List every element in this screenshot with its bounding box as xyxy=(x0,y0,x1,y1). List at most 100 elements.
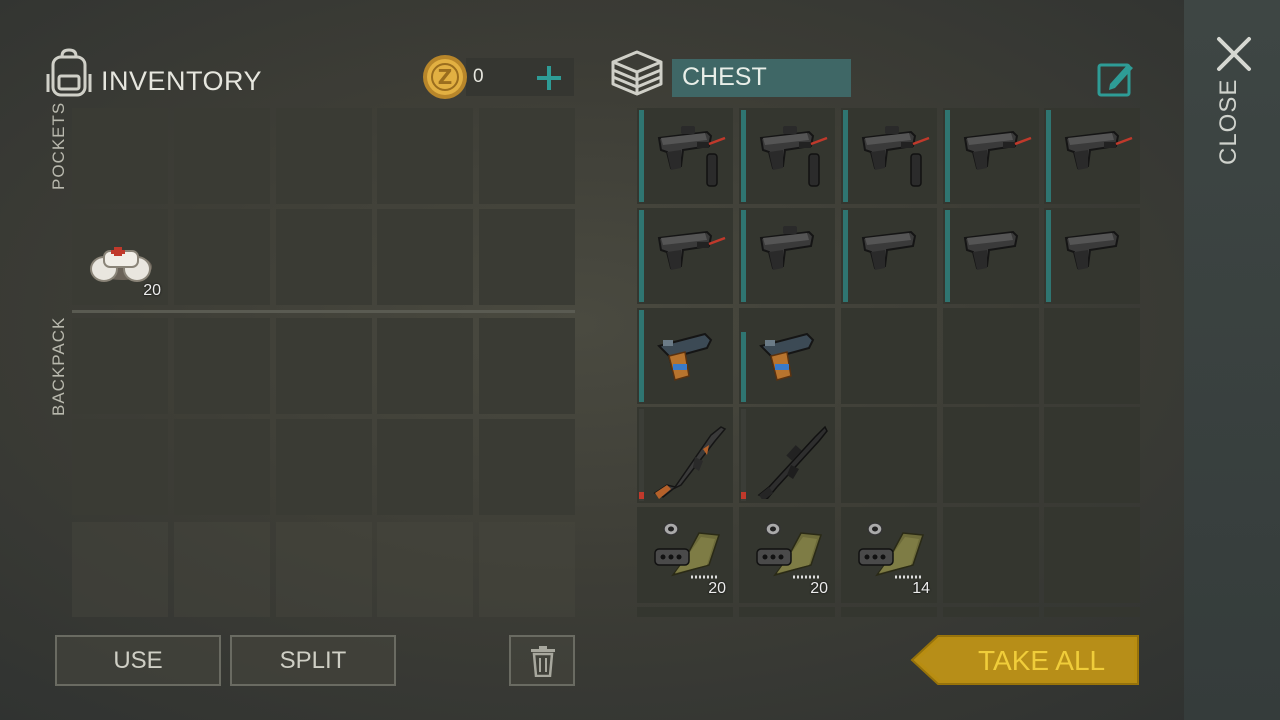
durability-bar-low xyxy=(639,492,644,499)
chest-slot-empty[interactable] xyxy=(1044,607,1140,617)
chest-slot-pistol[interactable] xyxy=(943,208,1039,304)
backpack-slot[interactable] xyxy=(377,318,473,414)
backpack-slot[interactable] xyxy=(276,419,372,515)
backpack-slot[interactable] xyxy=(276,522,372,617)
split-button[interactable]: SPLIT xyxy=(230,635,396,686)
flare-gun-icon xyxy=(657,332,713,381)
chest-slot-empty[interactable] xyxy=(943,407,1039,503)
chest-slot-pistol-suppressor-laser[interactable] xyxy=(841,108,937,204)
chest-slot-pistol-laser[interactable] xyxy=(637,208,733,304)
chest-slot-ammo-bundle[interactable]: 20 xyxy=(637,507,733,603)
chest-slot-pistol[interactable] xyxy=(841,208,937,304)
backpack-slot[interactable] xyxy=(377,419,473,515)
add-coins-button[interactable] xyxy=(533,62,565,94)
rename-edit-icon[interactable] xyxy=(1096,58,1136,98)
chest-slot-empty[interactable] xyxy=(1044,407,1140,503)
backpack-icon xyxy=(46,48,92,97)
pocket-slot[interactable] xyxy=(276,108,372,204)
durability-bar xyxy=(639,110,644,202)
backpack-slot[interactable] xyxy=(174,522,270,617)
backpack-slot[interactable] xyxy=(377,522,473,617)
chest-slot-empty[interactable] xyxy=(1044,507,1140,603)
backpack-slot[interactable] xyxy=(479,419,575,515)
backpack-slot[interactable] xyxy=(479,318,575,414)
pistol-suppressor-laser-icon xyxy=(861,126,930,187)
chest-slot-ammo-bundle[interactable]: 20 xyxy=(739,507,835,603)
chest-slot-pistol-laser[interactable] xyxy=(943,108,1039,204)
durability-bar xyxy=(639,210,644,302)
durability-bar-low xyxy=(741,492,746,499)
durability-bar xyxy=(1046,210,1051,302)
section-divider xyxy=(72,310,575,313)
chest-slot-empty[interactable] xyxy=(943,308,1039,404)
chest-slot-pistol-laser[interactable] xyxy=(1044,108,1140,204)
pocket-slot[interactable] xyxy=(479,108,575,204)
durability-bar xyxy=(843,110,848,202)
delete-button[interactable] xyxy=(509,635,575,686)
chest-slot-empty[interactable] xyxy=(739,607,835,617)
backpack-slot[interactable] xyxy=(72,522,168,617)
chest-icon xyxy=(611,50,663,96)
pocket-slot[interactable] xyxy=(72,108,168,204)
chest-slot-flare-gun[interactable] xyxy=(637,308,733,404)
inventory-title: INVENTORY xyxy=(101,66,263,96)
chest-slot-empty[interactable] xyxy=(841,407,937,503)
pockets-label: POCKETS xyxy=(49,101,68,190)
durability-bar xyxy=(639,310,644,402)
backpack-slot[interactable] xyxy=(276,318,372,414)
pocket-slot[interactable] xyxy=(377,108,473,204)
pistol-icon xyxy=(963,230,1019,270)
pocket-slot[interactable] xyxy=(276,209,372,305)
chest-slot-flare-gun[interactable] xyxy=(739,308,835,404)
durability-bar xyxy=(741,210,746,302)
m4-rifle-icon xyxy=(757,425,828,499)
backpack-slot[interactable] xyxy=(72,318,168,414)
chest-slot-pistol-suppressor-laser[interactable] xyxy=(637,108,733,204)
item-quantity: 14 xyxy=(912,580,930,597)
pistol-laser-icon xyxy=(963,130,1032,170)
trash-icon xyxy=(531,646,555,677)
chest-slot-ammo-bundle[interactable]: 14 xyxy=(841,507,937,603)
pocket-slot[interactable] xyxy=(174,108,270,204)
flare-gun-icon xyxy=(759,332,815,381)
chest-slot-pistol[interactable] xyxy=(1044,208,1140,304)
chest-slot-empty[interactable] xyxy=(943,507,1039,603)
backpack-slot[interactable] xyxy=(174,419,270,515)
durability-bar xyxy=(741,332,746,402)
pistol-suppressor-laser-icon xyxy=(759,126,828,187)
chest-slot-m4-rifle[interactable] xyxy=(739,407,835,503)
chest-slot-empty[interactable] xyxy=(1044,308,1140,404)
pistol-icon xyxy=(1064,230,1120,270)
pistol-laser-icon xyxy=(1064,130,1133,170)
chest-slot-ak-rifle[interactable] xyxy=(637,407,733,503)
item-quantity: 20 xyxy=(143,282,161,299)
chest-slot-pistol-suppressor-laser[interactable] xyxy=(739,108,835,204)
pocket-slot[interactable] xyxy=(479,209,575,305)
chest-slot-empty[interactable] xyxy=(841,308,937,404)
take-all-label[interactable]: TAKE ALL xyxy=(978,645,1105,677)
pistol-icon xyxy=(861,230,917,270)
durability-bar xyxy=(945,110,950,202)
backpack-slot[interactable] xyxy=(479,522,575,617)
close-label[interactable]: CLOSE xyxy=(1215,79,1251,165)
durability-bar-track xyxy=(741,409,746,501)
chest-slot-empty[interactable] xyxy=(637,607,733,617)
pocket-slot-bandage[interactable]: 20 xyxy=(72,209,168,305)
durability-bar-track xyxy=(639,409,644,501)
chest-slot-empty[interactable] xyxy=(943,607,1039,617)
coin-icon: Z xyxy=(423,55,467,99)
use-button[interactable]: USE xyxy=(55,635,221,686)
pistol-sight-icon xyxy=(759,226,815,270)
backpack-slot[interactable] xyxy=(174,318,270,414)
close-icon[interactable] xyxy=(1214,36,1254,72)
chest-slot-empty[interactable] xyxy=(841,607,937,617)
svg-text:Z: Z xyxy=(438,65,453,89)
item-quantity: 20 xyxy=(708,580,726,597)
durability-bar xyxy=(741,110,746,202)
pocket-slot[interactable] xyxy=(174,209,270,305)
pistol-suppressor-laser-icon xyxy=(657,126,726,187)
durability-bar xyxy=(1046,110,1051,202)
backpack-slot[interactable] xyxy=(72,419,168,515)
pocket-slot[interactable] xyxy=(377,209,473,305)
chest-slot-pistol-sight[interactable] xyxy=(739,208,835,304)
